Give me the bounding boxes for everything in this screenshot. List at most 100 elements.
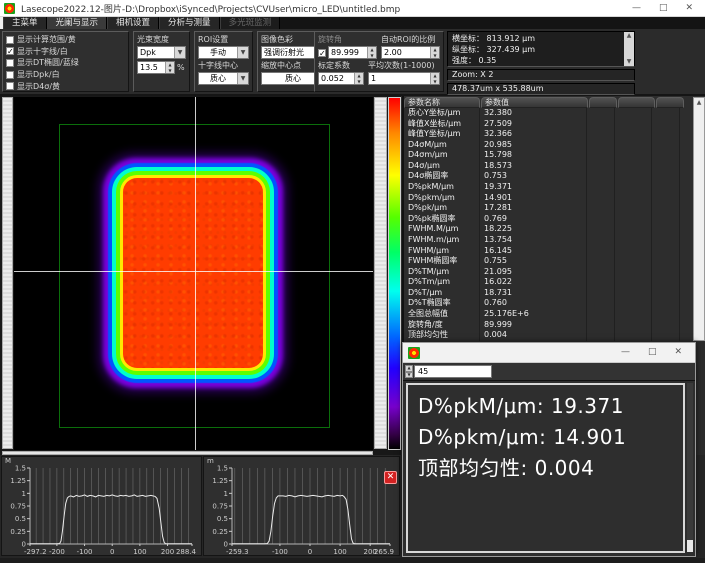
spinner-arrows-icon[interactable]: ▲▼ [354,73,363,84]
spinner-arrows-icon[interactable]: ▲▼ [367,47,376,58]
checkbox[interactable] [6,36,14,44]
rotation-checkbox[interactable]: ✓ [318,49,326,57]
average-count-input[interactable]: 1 ▲▼ [368,72,440,85]
empty-cell [680,214,694,225]
table-row[interactable]: D%pk椭圆率0.769 [404,214,705,225]
rotation-input[interactable]: 89.999 ▲▼ [328,46,377,59]
display-option-3[interactable]: 显示Dpk/白 [6,69,125,81]
table-row[interactable]: D4σM/μm20.985 [404,140,705,151]
table-row[interactable]: 峰值X坐标/μm27.509 [404,119,705,130]
display-option-4[interactable]: 显示D4σ/黄 [6,80,125,92]
empty-cell [587,129,615,140]
auto-roi-input[interactable]: 2.00 ▲▼ [381,46,440,59]
checkbox[interactable]: ✓ [6,47,14,55]
empty-cell [680,256,694,267]
table-row[interactable]: D%Tm/μm16.022 [404,277,705,288]
table-row[interactable]: 顶部均匀性0.004 [404,330,705,341]
svg-text:0.75: 0.75 [212,503,228,511]
popup-scrollbar-thumb[interactable] [687,540,693,552]
empty-cell [652,119,680,130]
control-strip: 显示计算范围/黄✓显示十字线/白显示DT椭圆/蓝绿显示Dpk/白显示D4σ/黄 … [0,29,705,96]
table-row[interactable]: D%pkm/μm14.901 [404,193,705,204]
table-row[interactable]: 质心Y坐标/μm32.380 [404,108,705,119]
svg-text:0.5: 0.5 [217,515,228,523]
display-option-1[interactable]: ✓显示十字线/白 [6,46,125,58]
tab-2[interactable]: 相机设置 [107,17,159,29]
popup-spinner-arrows-icon[interactable]: ▲▼ [405,365,413,378]
table-row[interactable]: FWHM.m/μm13.754 [404,235,705,246]
param-name-cell: D4σM/μm [404,140,480,151]
popup-scrollbar[interactable] [687,383,693,552]
header-empty[interactable] [656,97,684,108]
table-row[interactable]: FWHM椭圆率0.755 [404,256,705,267]
popup-titlebar[interactable]: — □ ✕ [403,343,695,363]
calibration-input[interactable]: 0.052 ▲▼ [318,72,364,85]
beam-width-percent-input[interactable]: 13.5 ▲▼ [137,61,175,74]
cursor-readout-box: 横坐标： 813.912 μm 纵坐标： 327.439 μm 强度： 0.35… [447,31,635,67]
table-row[interactable]: D%T/μm18.731 [404,288,705,299]
param-value-cell: 17.281 [480,203,587,214]
table-row[interactable]: D4σm/μm15.798 [404,150,705,161]
popup-close-button[interactable]: ✕ [674,344,682,361]
table-row[interactable]: D%T椭圆率0.760 [404,298,705,309]
table-row[interactable]: D%pk/μm17.281 [404,203,705,214]
tab-0[interactable]: 主菜单 [3,17,47,29]
popup-line-dpkM: D%pkM/μm: 19.371 [418,391,673,422]
empty-cell [587,288,615,299]
empty-cell [615,150,652,161]
cursor-x-readout: 横坐标： 813.912 μm [452,33,622,44]
display-option-2[interactable]: 显示DT椭圆/蓝绿 [6,57,125,69]
empty-cell [587,119,615,130]
empty-cell [587,246,615,257]
empty-cell [680,119,694,130]
readout-scrollbar[interactable]: ▲▼ [624,32,634,66]
display-option-0[interactable]: 显示计算范围/黄 [6,34,125,46]
table-row[interactable]: D4σ椭圆率0.753 [404,171,705,182]
table-row[interactable]: D%pkM/μm19.371 [404,182,705,193]
popup-maximize-button[interactable]: □ [648,344,657,361]
empty-cell [587,150,615,161]
svg-text:-200: -200 [49,548,65,556]
param-name-cell: 峰值X坐标/μm [404,119,480,130]
empty-cell [680,182,694,193]
spinner-arrows-icon[interactable]: ▲▼ [165,62,174,73]
roi-mode-select[interactable]: 手动 ▼ [198,46,249,59]
close-button[interactable]: ✕ [685,0,693,17]
checkbox[interactable] [6,71,14,79]
param-value-cell: 0.753 [480,171,587,182]
param-value-cell: 20.985 [480,140,587,151]
checkbox[interactable] [6,82,14,90]
param-value-cell: 89.999 [480,320,587,331]
roi-title: ROI设置 [198,34,249,45]
spinner-arrows-icon[interactable]: ▲▼ [430,47,439,58]
table-row[interactable]: 全图总幅值25.176E+6 [404,309,705,320]
tab-1[interactable]: 光阑与显示 [47,17,108,29]
tab-3[interactable]: 分析与测量 [159,17,220,29]
right-scrollbar[interactable] [374,97,387,449]
header-parameter-value[interactable]: 参数值 [481,97,588,108]
header-empty[interactable] [589,97,617,108]
minimize-button[interactable]: — [632,0,641,17]
header-parameter-name[interactable]: 参数名称 [404,97,480,108]
beam-width-select[interactable]: Dpk ▼ [137,46,186,59]
table-row[interactable]: FWHM/μm16.145 [404,246,705,257]
maximize-button[interactable]: □ [659,0,668,17]
table-row[interactable]: 旋转角/度89.999 [404,320,705,331]
left-scrollbar[interactable] [2,97,13,449]
popup-value-input[interactable]: 45 [414,365,492,378]
spinner-arrows-icon[interactable]: ▲▼ [430,73,439,84]
table-scrollbar[interactable]: ▲ [693,97,705,341]
popup-results-text: D%pkM/μm: 19.371 D%pkm/μm: 14.901 顶部均匀性:… [406,383,685,553]
header-empty[interactable] [618,97,655,108]
table-row[interactable]: FWHM.M/μm18.225 [404,224,705,235]
crosshair-center-select[interactable]: 质心 ▼ [198,72,249,85]
parameter-table-body: 质心Y坐标/μm32.380峰值X坐标/μm27.509峰值Y坐标/μm32.3… [404,108,705,341]
close-plots-button[interactable]: ✕ [384,471,397,484]
empty-cell [587,140,615,151]
table-row[interactable]: D4σ/μm18.573 [404,161,705,172]
checkbox[interactable] [6,59,14,67]
table-row[interactable]: D%TM/μm21.095 [404,267,705,278]
popup-minimize-button[interactable]: — [621,344,630,361]
beam-image-canvas[interactable] [14,97,373,450]
table-row[interactable]: 峰值Y坐标/μm32.366 [404,129,705,140]
